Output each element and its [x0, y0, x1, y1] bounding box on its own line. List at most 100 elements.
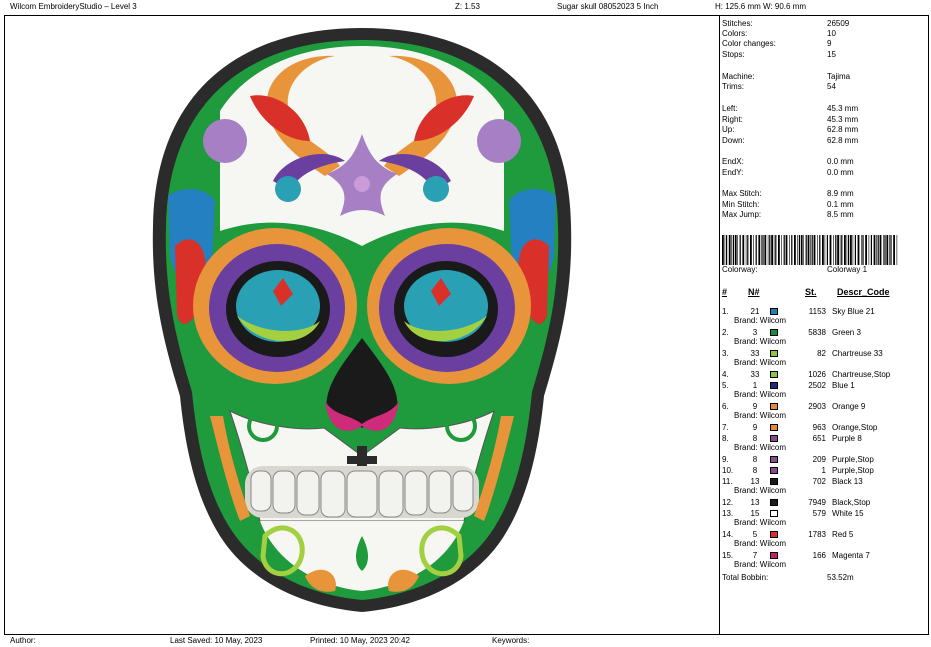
brand-label: Brand: Wilcom — [734, 337, 787, 346]
keywords-field: Keywords: — [492, 636, 530, 645]
brand-label: Brand: Wilcom — [734, 316, 787, 325]
color-description: Chartreuse,Stop — [832, 370, 891, 379]
stitch-count: 579 — [812, 509, 826, 518]
color-swatch — [770, 531, 778, 538]
design-preview — [5, 16, 719, 634]
print-header: Wilcom EmbroideryStudio – Level 3 Z: 1.5… — [0, 0, 931, 14]
stitch-count: 5838 — [808, 328, 826, 337]
color-swatch — [770, 456, 778, 463]
color-index: 8. — [722, 434, 729, 443]
color-description: Green 3 — [832, 328, 861, 337]
stat-color-changes: Color changes: 9 — [722, 39, 832, 48]
color-description: Magenta 7 — [832, 551, 870, 560]
left-blue-dot — [275, 176, 301, 202]
stat-down: Down: 62.8 mm — [722, 136, 859, 145]
color-index: 6. — [722, 402, 729, 411]
app-title: Wilcom EmbroideryStudio – Level 3 — [10, 2, 137, 11]
stitch-count: 963 — [812, 423, 826, 432]
stat-trims: Trims: 54 — [722, 82, 836, 91]
brand-label: Brand: Wilcom — [734, 443, 787, 452]
print-footer: Author: Last Saved: 10 May, 2023 Printed… — [0, 635, 931, 647]
brand-label: Brand: Wilcom — [734, 390, 787, 399]
design-name: Sugar skull 08052023 5 Inch — [557, 2, 659, 11]
color-index: 2. — [722, 328, 729, 337]
color-swatch — [770, 403, 778, 410]
color-swatch — [770, 329, 778, 336]
stat-up: Up: 62.8 mm — [722, 125, 859, 134]
brand-label: Brand: Wilcom — [734, 486, 787, 495]
color-description: Black 13 — [832, 477, 863, 486]
color-description: Purple,Stop — [832, 466, 874, 475]
barcode — [722, 235, 898, 265]
zoom-level: Z: 1.53 — [455, 2, 480, 11]
stat-min-stitch: Min Stitch: 0.1 mm — [722, 200, 854, 209]
stitch-count: 82 — [817, 349, 826, 358]
center-flower-core — [354, 176, 370, 192]
color-index: 9. — [722, 455, 729, 464]
stitch-count: 2502 — [808, 381, 826, 390]
stitch-count: 1153 — [808, 307, 826, 316]
brand-label: Brand: Wilcom — [734, 358, 787, 367]
stat-colors: Colors: 10 — [722, 29, 836, 38]
author-field: Author: — [10, 636, 36, 645]
color-index: 1. — [722, 307, 729, 316]
color-index: 4. — [722, 370, 729, 379]
color-swatch — [770, 510, 778, 517]
stitch-count: 166 — [812, 551, 826, 560]
color-description: Chartreuse 33 — [832, 349, 883, 358]
right-side-flower — [477, 119, 521, 163]
design-info-panel: Stitches: 26509 Colors: 10 Color changes: 9… — [722, 16, 927, 634]
needle-number: 9 — [752, 423, 758, 432]
color-row: 4. 33 1026 Chartreuse,Stop — [722, 369, 927, 380]
color-index: 10. — [722, 466, 734, 475]
needle-number: 8 — [752, 455, 758, 464]
brand-label: Brand: Wilcom — [734, 518, 787, 527]
stitch-count: 1783 — [808, 530, 826, 539]
color-index: 7. — [722, 423, 729, 432]
stat-max-jump: Max Jump: 8.5 mm — [722, 210, 854, 219]
panel-divider — [719, 15, 720, 635]
color-row: 7. 9 963 Orange,Stop — [722, 422, 927, 433]
color-swatch — [770, 467, 778, 474]
header-hash: # — [722, 287, 728, 297]
stitch-count: 651 — [812, 434, 826, 443]
stat-endx: EndX: 0.0 mm — [722, 157, 854, 166]
needle-number: 33 — [750, 370, 760, 379]
stat-stitches: Stitches: 26509 — [722, 19, 850, 28]
colorway-row: Colorway: Colorway 1 — [722, 265, 868, 274]
color-swatch — [770, 371, 778, 378]
color-description: Purple,Stop — [832, 455, 874, 464]
last-saved: Last Saved: 10 May, 2023 — [170, 636, 263, 645]
brand-label: Brand: Wilcom — [734, 560, 787, 569]
needle-number: 13 — [750, 498, 760, 507]
color-row: 9. 8 209 Purple,Stop — [722, 454, 927, 465]
design-dimensions: H: 125.6 mm W: 90.6 mm — [715, 2, 806, 11]
color-swatch — [770, 435, 778, 442]
stat-max-stitch: Max Stitch: 8.9 mm — [722, 189, 854, 198]
stat-machine: Machine: Tajima — [722, 72, 851, 81]
color-swatch — [770, 552, 778, 559]
color-index: 3. — [722, 349, 729, 358]
color-index: 15. — [722, 551, 734, 560]
printed-date: Printed: 10 May, 2023 20:42 — [310, 636, 410, 645]
color-description: Orange,Stop — [832, 423, 878, 432]
color-swatch — [770, 499, 778, 506]
needle-number: 8 — [752, 466, 758, 475]
teeth — [250, 470, 474, 518]
color-index: 13. — [722, 509, 734, 518]
left-side-flower — [203, 119, 247, 163]
color-index: 12. — [722, 498, 734, 507]
brand-label: Brand: Wilcom — [734, 411, 787, 420]
stitch-count: 1 — [821, 466, 826, 475]
color-index: 5. — [722, 381, 729, 390]
color-row: 12. 13 7949 Black,Stop — [722, 497, 927, 508]
stitch-count: 1026 — [808, 370, 826, 379]
sugar-skull-embroidery — [152, 28, 572, 612]
color-index: 11. — [722, 477, 733, 486]
color-description: Blue 1 — [832, 381, 855, 390]
total-bobbin-row: Total Bobbin: 53.52m — [722, 573, 854, 582]
stitch-count: 2903 — [808, 402, 826, 411]
color-index: 14. — [722, 530, 734, 539]
header-stitches: St. — [805, 287, 817, 297]
color-description: Red 5 — [832, 530, 854, 539]
